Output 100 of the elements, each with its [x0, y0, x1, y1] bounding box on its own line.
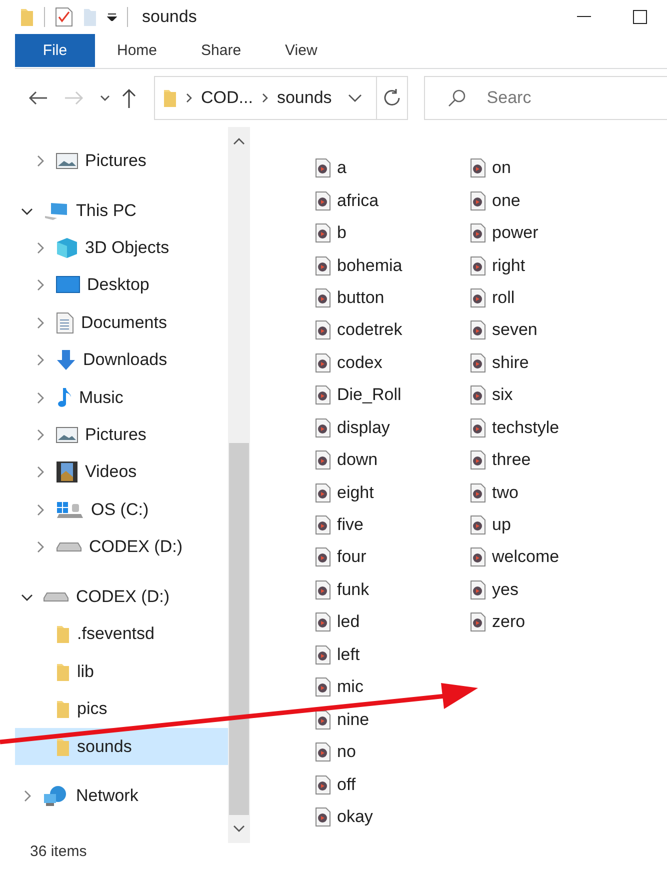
file-name[interactable]: button [337, 288, 384, 308]
file-name[interactable]: three [492, 450, 531, 470]
picture-icon [56, 152, 78, 169]
ribbon-tab[interactable]: File [15, 34, 95, 67]
audio-file-icon [315, 288, 331, 308]
audio-file-icon [315, 710, 331, 730]
file-name[interactable]: funk [337, 580, 370, 600]
file-name[interactable]: one [492, 190, 520, 211]
folder-icon [56, 699, 70, 720]
navigation-item[interactable]: lib [15, 653, 228, 690]
file-name[interactable]: seven [492, 320, 538, 340]
breadcrumb[interactable]: sounds [276, 88, 332, 108]
file-name[interactable]: left [337, 644, 360, 665]
audio-file-icon [315, 450, 331, 470]
file-name[interactable]: display [337, 418, 390, 438]
file-name[interactable]: six [492, 385, 513, 406]
window-title: sounds [142, 7, 197, 27]
navigation-item[interactable]: This PC [15, 192, 228, 230]
cube-icon [56, 236, 78, 259]
folder-icon [56, 624, 70, 644]
file-name[interactable]: led [337, 612, 360, 632]
address-field[interactable]: COD... sounds [154, 76, 377, 120]
refresh-button[interactable] [376, 76, 408, 120]
scrollbar-thumb[interactable] [229, 443, 249, 815]
audio-file-icon [315, 223, 331, 244]
audio-file-icon [315, 547, 331, 568]
ribbon-tab[interactable]: Share [179, 34, 264, 67]
file-name[interactable]: five [337, 515, 364, 536]
audio-file-icon [470, 612, 486, 632]
file-name[interactable]: b [337, 223, 346, 244]
file-name[interactable]: okay [337, 806, 373, 827]
file-name[interactable]: right [492, 256, 526, 276]
file-name[interactable]: up [492, 515, 511, 536]
file-name[interactable]: off [337, 774, 356, 795]
file-name[interactable]: no [337, 742, 356, 762]
file-name[interactable]: welcome [492, 547, 560, 568]
ribbon-tab[interactable]: Home [95, 34, 180, 67]
audio-file-icon [470, 256, 486, 276]
folder-icon [20, 7, 34, 27]
breadcrumb[interactable]: COD... [201, 88, 253, 108]
audio-file-icon [315, 256, 331, 276]
chevron-down-icon [348, 93, 362, 103]
picture-icon [56, 426, 78, 443]
file-name[interactable]: codetrek [337, 320, 402, 340]
file-name[interactable]: nine [337, 710, 370, 730]
audio-file-icon [470, 190, 486, 211]
navigation-item[interactable]: CODEX (D:) [15, 528, 228, 566]
scrollbar[interactable] [228, 127, 250, 843]
refresh-icon [382, 89, 401, 107]
drive-icon [43, 592, 69, 602]
chevron-right-icon [185, 92, 193, 104]
audio-file-icon [315, 385, 331, 406]
file-name[interactable]: roll [492, 288, 515, 308]
file-name[interactable]: mic [337, 677, 364, 698]
file-name[interactable]: Die_Roll [337, 385, 402, 406]
maximize-icon [633, 10, 647, 24]
navigation-item[interactable]: sounds [15, 728, 228, 766]
navigation-item[interactable]: Pictures [15, 416, 228, 454]
scroll-up-icon[interactable] [233, 137, 245, 145]
navigation-item[interactable]: Music [15, 378, 228, 416]
file-name[interactable]: a [337, 158, 346, 178]
navigation-item[interactable]: OS (C:) [15, 491, 228, 528]
file-name[interactable]: four [337, 547, 366, 568]
navigation-item[interactable]: Desktop [15, 266, 228, 304]
audio-file-icon [470, 158, 486, 178]
scroll-down-icon[interactable] [233, 825, 245, 833]
search-field[interactable]: Searc [424, 76, 667, 120]
file-name[interactable]: eight [337, 482, 374, 503]
navigation-item[interactable]: .fseventsd [15, 616, 228, 654]
file-name[interactable]: zero [492, 612, 526, 632]
file-name[interactable]: two [492, 482, 518, 503]
drive-icon [56, 500, 84, 520]
navigation-item[interactable]: Pictures [15, 142, 228, 180]
file-name[interactable]: codex [337, 352, 382, 373]
file-name[interactable]: shire [492, 352, 529, 373]
ribbon-tab[interactable]: View [263, 34, 340, 67]
file-name[interactable]: africa [337, 190, 379, 211]
navigation-item[interactable]: 3D Objects [15, 229, 228, 267]
file-name[interactable]: power [492, 223, 538, 244]
chevron-down-icon [100, 94, 110, 102]
folder-icon [56, 736, 70, 757]
navigation-item[interactable]: CODEX (D:) [15, 578, 228, 616]
audio-file-icon [470, 515, 486, 536]
minimize-icon [577, 16, 591, 18]
file-name[interactable]: bohemia [337, 256, 402, 276]
file-name[interactable]: down [337, 450, 378, 470]
navigation-item[interactable]: Network [15, 778, 228, 816]
file-name[interactable]: techstyle [492, 418, 560, 438]
right-arrow-icon [64, 91, 84, 105]
navigation-item[interactable]: Downloads [15, 341, 228, 379]
audio-file-icon [470, 352, 486, 373]
audio-file-icon [470, 288, 486, 308]
navigation-item[interactable]: pics [15, 690, 228, 728]
file-name[interactable]: on [492, 158, 511, 178]
file-name[interactable]: yes [492, 580, 518, 600]
navigation-item[interactable]: Videos [15, 454, 228, 492]
audio-file-icon [315, 158, 331, 178]
monitor-icon [56, 276, 80, 294]
audio-file-icon [470, 320, 486, 340]
navigation-item[interactable]: Documents [15, 304, 228, 342]
